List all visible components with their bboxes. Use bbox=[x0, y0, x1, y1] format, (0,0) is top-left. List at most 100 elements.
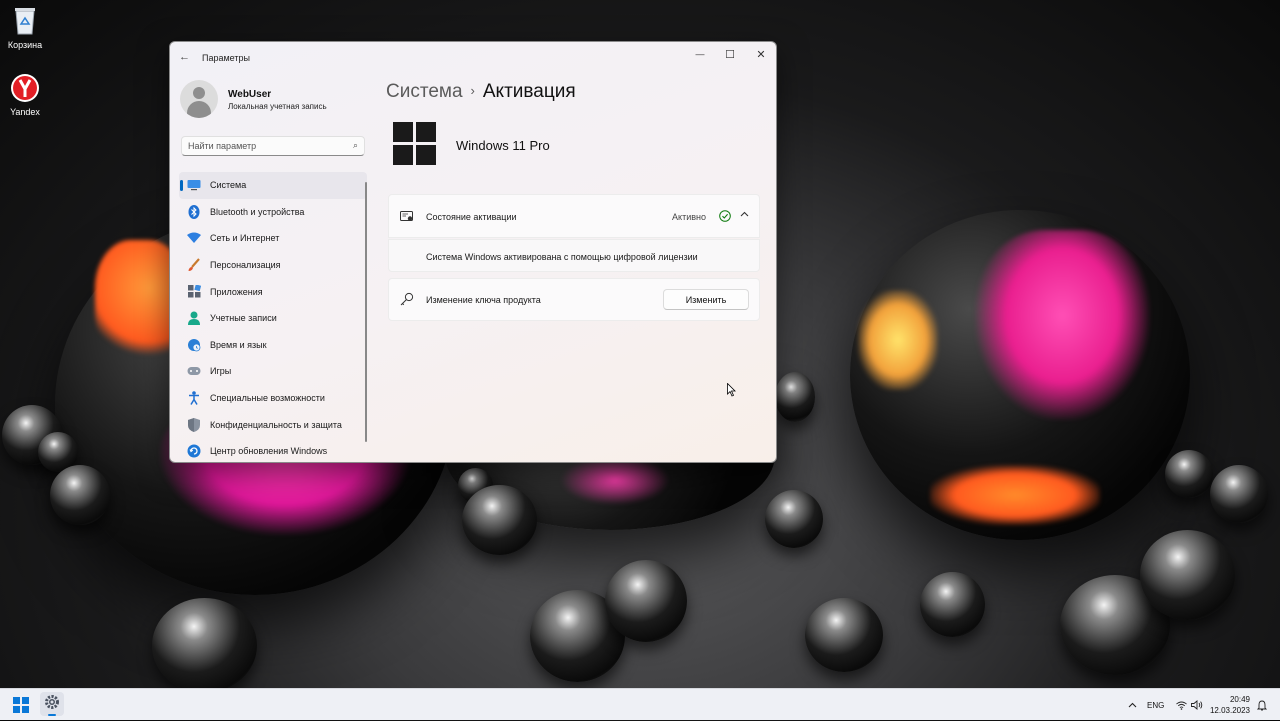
wallpaper-ball bbox=[152, 598, 257, 688]
title-bar: ← Параметры — ☐ ✕ bbox=[170, 42, 776, 72]
key-icon bbox=[400, 292, 414, 306]
desktop-icon-recycle-bin[interactable]: Корзина bbox=[0, 5, 50, 50]
product-key-card: Изменение ключа продукта Изменить bbox=[388, 278, 760, 321]
settings-window: ← Параметры — ☐ ✕ WebUser Локальная учет… bbox=[169, 41, 777, 463]
change-product-key-button[interactable]: Изменить bbox=[663, 289, 749, 310]
sidebar-item-label: Bluetooth и устройства bbox=[210, 206, 305, 217]
sidebar-item-system[interactable]: Система bbox=[179, 172, 367, 199]
sidebar-item-label: Конфиденциальность и защита bbox=[210, 419, 342, 430]
apps-icon bbox=[187, 285, 201, 299]
sidebar-item-label: Персонализация bbox=[210, 260, 281, 271]
wallpaper-ball bbox=[605, 560, 687, 642]
breadcrumb-separator: › bbox=[470, 83, 475, 98]
chevron-up-icon[interactable] bbox=[740, 209, 749, 219]
sidebar-item-label: Сеть и Интернет bbox=[210, 233, 280, 244]
search-input[interactable] bbox=[188, 141, 338, 151]
monitor-icon bbox=[187, 178, 201, 192]
close-icon: ✕ bbox=[756, 48, 766, 61]
wallpaper-ball bbox=[1140, 530, 1235, 620]
breadcrumb-parent[interactable]: Система bbox=[386, 81, 463, 102]
notification-icon[interactable] bbox=[1257, 689, 1267, 721]
sidebar-nav: Система Bluetooth и устройства Сеть и Ин… bbox=[179, 172, 367, 462]
active-indicator bbox=[180, 180, 183, 191]
yandex-browser-icon bbox=[9, 72, 41, 104]
volume-icon[interactable] bbox=[1191, 689, 1203, 721]
wallpaper-ball bbox=[1165, 450, 1213, 498]
start-button[interactable] bbox=[13, 697, 29, 713]
sidebar-item-label: Игры bbox=[210, 366, 232, 377]
wallpaper-ball bbox=[805, 598, 883, 672]
sidebar-scrollbar[interactable] bbox=[365, 182, 367, 442]
gamepad-icon bbox=[187, 364, 201, 378]
sidebar-item-time-language[interactable]: Время и язык bbox=[179, 332, 367, 359]
person-icon bbox=[187, 311, 201, 326]
gear-icon bbox=[44, 694, 60, 715]
user-name: WebUser bbox=[228, 89, 272, 100]
maximize-icon: ☐ bbox=[725, 48, 735, 61]
back-arrow-icon[interactable]: ← bbox=[179, 51, 190, 63]
bluetooth-icon bbox=[187, 204, 201, 219]
wallpaper-ball bbox=[775, 372, 815, 422]
user-account-type: Локальная учетная запись bbox=[228, 102, 327, 111]
activation-status-value: Активно bbox=[672, 212, 706, 222]
sidebar-item-accessibility[interactable]: Специальные возможности bbox=[179, 385, 367, 412]
sidebar-item-label: Приложения bbox=[210, 286, 263, 297]
sidebar-item-windows-update[interactable]: Центр обновления Windows bbox=[179, 438, 367, 462]
wifi-icon[interactable] bbox=[1176, 689, 1187, 721]
wallpaper-glow-right-orange bbox=[930, 465, 1100, 525]
wifi-icon bbox=[187, 231, 201, 245]
mouse-cursor-icon bbox=[727, 382, 736, 402]
breadcrumb: Система › Активация bbox=[386, 81, 576, 103]
sidebar-item-network[interactable]: Сеть и Интернет bbox=[179, 225, 367, 252]
activation-state-card[interactable]: Состояние активации Активно bbox=[388, 194, 760, 238]
sidebar-item-privacy[interactable]: Конфиденциальность и защита bbox=[179, 411, 367, 438]
globe-clock-icon bbox=[187, 338, 201, 352]
minimize-button[interactable]: — bbox=[685, 44, 715, 64]
chevron-up-icon[interactable] bbox=[1128, 689, 1137, 721]
sidebar-item-accounts[interactable]: Учетные записи bbox=[179, 305, 367, 332]
clock-date: 12.03.2023 bbox=[1209, 706, 1250, 715]
certificate-icon bbox=[400, 210, 414, 224]
desktop-icon-yandex[interactable]: Yandex bbox=[0, 72, 50, 117]
windows-edition: Windows 11 Pro bbox=[456, 138, 550, 153]
sidebar-item-label: Учетные записи bbox=[210, 313, 277, 324]
language-indicator[interactable]: ENG bbox=[1147, 689, 1164, 721]
wallpaper-ball bbox=[1210, 465, 1268, 523]
close-button[interactable]: ✕ bbox=[746, 44, 776, 64]
system-clock[interactable]: 20:49 12.03.2023 bbox=[1210, 694, 1250, 716]
activation-details-card: Система Windows активирована с помощью ц… bbox=[388, 239, 760, 272]
sidebar-item-gaming[interactable]: Игры bbox=[179, 358, 367, 385]
update-icon bbox=[187, 444, 201, 458]
clock-time: 20:49 bbox=[1229, 695, 1250, 704]
search-icon[interactable]: ⌕ bbox=[353, 140, 358, 151]
wallpaper-ball bbox=[50, 465, 110, 525]
activation-state-label: Состояние активации bbox=[426, 212, 517, 222]
desktop-icon-label: Корзина bbox=[7, 40, 43, 50]
sidebar-item-label: Время и язык bbox=[210, 339, 267, 350]
recycle-bin-icon bbox=[9, 5, 41, 37]
wallpaper-glow-right-yellow bbox=[858, 290, 938, 390]
search-box[interactable]: ⌕ bbox=[181, 136, 365, 156]
windows-logo bbox=[393, 122, 436, 165]
maximize-button[interactable]: ☐ bbox=[715, 44, 745, 64]
check-circle-icon bbox=[719, 209, 731, 227]
sidebar-item-label: Специальные возможности bbox=[210, 393, 325, 404]
brush-icon bbox=[187, 258, 201, 272]
activation-details-text: Система Windows активирована с помощью ц… bbox=[426, 252, 698, 262]
sidebar-item-apps[interactable]: Приложения bbox=[179, 278, 367, 305]
active-app-indicator bbox=[48, 714, 56, 716]
avatar bbox=[180, 80, 218, 118]
window-title: Параметры bbox=[202, 53, 250, 63]
sidebar-item-personalization[interactable]: Персонализация bbox=[179, 252, 367, 279]
page-title: Активация bbox=[482, 81, 576, 102]
sidebar-item-label: Система bbox=[210, 180, 247, 191]
wallpaper-ball bbox=[462, 485, 537, 555]
wallpaper-ball bbox=[765, 490, 823, 548]
wallpaper-glow-right-pink bbox=[975, 230, 1150, 420]
taskbar-settings-app[interactable] bbox=[40, 692, 64, 716]
desktop-icon-label: Yandex bbox=[10, 107, 40, 117]
shield-icon bbox=[187, 417, 201, 432]
sidebar-item-bluetooth[interactable]: Bluetooth и устройства bbox=[179, 199, 367, 226]
taskbar: ENG 20:49 12.03.2023 bbox=[0, 688, 1280, 720]
product-key-label: Изменение ключа продукта bbox=[426, 295, 541, 305]
